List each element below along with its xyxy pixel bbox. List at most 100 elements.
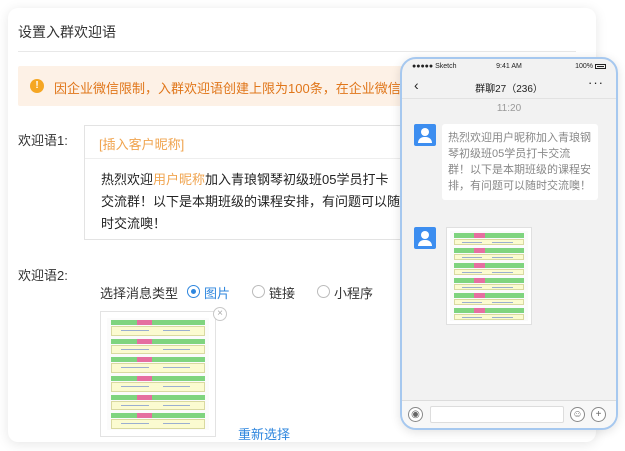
- welcome2-label: 欢迎语2:: [18, 268, 68, 283]
- radio-miniprogram[interactable]: [317, 285, 330, 298]
- schedule-text-line: [121, 330, 149, 332]
- schedule-row-body: [454, 299, 524, 305]
- schedule-text-line: [121, 404, 149, 406]
- schedule-text-line: [162, 423, 191, 425]
- schedule-row-header: [454, 308, 524, 313]
- schedule-row-header: [454, 278, 524, 283]
- schedule-row-body: [454, 254, 524, 260]
- battery-indicator: 100%: [575, 63, 606, 70]
- schedule-text-line: [492, 316, 513, 318]
- radio-miniprogram-label[interactable]: 小程序: [334, 283, 373, 302]
- schedule-row-body: [111, 419, 205, 429]
- schedule-row-tag: [473, 233, 485, 238]
- schedule-text-line: [162, 367, 191, 369]
- emoji-icon[interactable]: ☺: [570, 407, 585, 422]
- schedule-text-line: [162, 404, 191, 406]
- schedule-text-line: [461, 256, 483, 258]
- schedule-text-line: [492, 271, 513, 273]
- schedule-text-line: [492, 256, 513, 258]
- schedule-text-line: [162, 330, 191, 332]
- notice-text: 因企业微信限制，入群欢迎语创建上限为100条，在企业微信后台创建: [54, 81, 453, 96]
- remove-image-icon[interactable]: ×: [213, 307, 227, 321]
- schedule-text-line: [121, 367, 149, 369]
- more-icon[interactable]: ···: [588, 75, 604, 90]
- schedule-row-body: [454, 269, 524, 275]
- schedule-text-line: [461, 286, 483, 288]
- schedule-row-header: [454, 233, 524, 238]
- schedule-row-body: [111, 326, 205, 336]
- radio-link[interactable]: [252, 285, 265, 298]
- schedule-row-header: [111, 394, 205, 400]
- reselect-button[interactable]: 重新选择: [238, 424, 290, 442]
- nickname-placeholder: 用户昵称: [153, 172, 206, 187]
- schedule-row-tag: [137, 357, 153, 363]
- status-bar: ●●●●● Sketch 9:41 AM 100%: [402, 59, 616, 73]
- schedule-text-line: [162, 348, 191, 350]
- schedule-row-header: [111, 413, 205, 419]
- schedule-row-header: [454, 293, 524, 298]
- chat-nav-bar: ‹ 群聊27（236） ···: [402, 73, 616, 99]
- schedule-row-tag: [137, 394, 153, 400]
- panel-title: 设置入群欢迎语: [18, 24, 116, 40]
- schedule-row-body: [454, 284, 524, 290]
- schedule-text-line: [121, 386, 149, 388]
- plus-icon[interactable]: +: [591, 407, 606, 422]
- voice-icon[interactable]: ◉: [408, 407, 423, 422]
- welcome1-text[interactable]: 热烈欢迎用户昵称加入青琅钢琴初级班05学员打卡交流群！以下是本期班级的课程安排，…: [101, 169, 401, 235]
- schedule-row-tag: [137, 376, 153, 381]
- chat-input-bar: ◉ ☺ +: [402, 400, 616, 428]
- schedule-text-line: [461, 316, 483, 318]
- text-message-bubble: 热烈欢迎用户昵称加入青琅钢琴初级班05学员打卡交流群！以下是本期班级的课程安排，…: [442, 124, 598, 200]
- selected-image-thumbnail: [100, 311, 216, 437]
- schedule-row-tag: [137, 413, 153, 419]
- chat-title: 群聊27（236）: [475, 84, 543, 95]
- schedule-text-line: [492, 286, 513, 288]
- schedule-text-line: [162, 386, 191, 388]
- schedule-row-tag: [473, 308, 485, 313]
- schedule-row-body: [454, 239, 524, 245]
- sender-avatar-2: [414, 227, 436, 249]
- schedule-row-body: [111, 382, 205, 392]
- schedule-row-header: [454, 248, 524, 253]
- schedule-row-body: [111, 400, 205, 411]
- title-divider: [18, 51, 576, 52]
- schedule-row-tag: [137, 320, 153, 325]
- schedule-image: [107, 318, 209, 430]
- battery-icon: [595, 63, 606, 69]
- insert-nickname-button[interactable]: [插入客户昵称]: [99, 134, 184, 153]
- schedule-row-body: [111, 363, 205, 373]
- schedule-row-header: [111, 338, 205, 344]
- schedule-row-tag: [473, 263, 485, 268]
- schedule-row-tag: [137, 338, 153, 344]
- schedule-row-body: [454, 314, 524, 320]
- welcome-text-start: 热烈欢迎: [101, 172, 154, 187]
- schedule-text-line: [492, 241, 513, 243]
- schedule-row-header: [111, 357, 205, 363]
- schedule-text-line: [121, 423, 149, 425]
- schedule-row-body: [111, 344, 205, 355]
- image-message: [446, 227, 532, 325]
- schedule-row-tag: [473, 248, 485, 253]
- schedule-row-header: [111, 320, 205, 325]
- message-input[interactable]: [430, 406, 564, 423]
- phone-preview: ●●●●● Sketch 9:41 AM 100% ‹ 群聊27（236） ··…: [400, 57, 618, 430]
- sender-avatar: [414, 124, 436, 146]
- schedule-image-small: [450, 231, 528, 321]
- schedule-text-line: [461, 301, 483, 303]
- schedule-row-header: [111, 376, 205, 381]
- welcome1-label: 欢迎语1:: [18, 133, 68, 148]
- schedule-text-line: [461, 241, 483, 243]
- message-type-label: 选择消息类型: [100, 286, 179, 301]
- schedule-row-tag: [473, 293, 485, 298]
- chat-timestamp: 11:20: [496, 103, 522, 114]
- warning-icon: !: [30, 79, 44, 93]
- schedule-row-header: [454, 263, 524, 268]
- schedule-text-line: [492, 301, 513, 303]
- schedule-row-tag: [473, 278, 485, 283]
- radio-image[interactable]: [187, 285, 200, 298]
- radio-image-label[interactable]: 图片: [204, 283, 230, 302]
- battery-text: 100%: [575, 63, 593, 70]
- schedule-text-line: [121, 348, 149, 350]
- radio-link-label[interactable]: 链接: [269, 283, 295, 302]
- schedule-text-line: [461, 271, 483, 273]
